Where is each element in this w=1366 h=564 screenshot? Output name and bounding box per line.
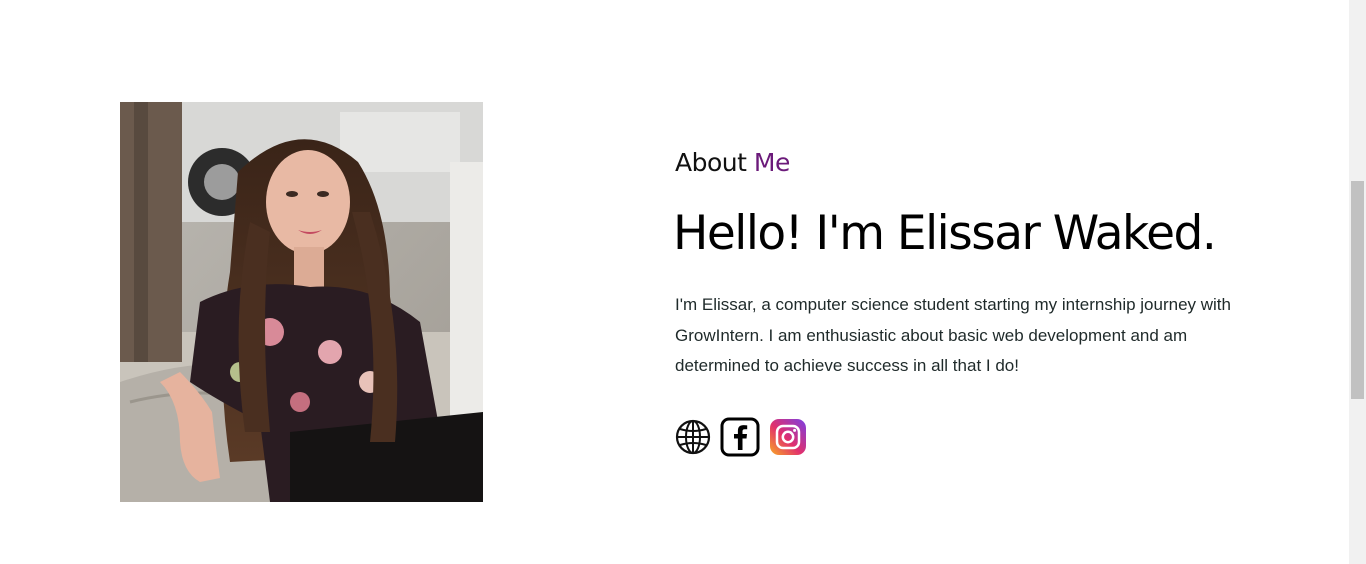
instagram-icon: [770, 419, 806, 455]
scrollbar-thumb[interactable]: [1351, 181, 1364, 399]
profile-photo: [120, 102, 483, 502]
about-section: About Me Hello! I'm Elissar Waked. I'm E…: [0, 0, 1366, 564]
page-title: Hello! I'm Elissar Waked.: [673, 206, 1217, 261]
vertical-scrollbar[interactable]: [1349, 0, 1366, 564]
globe-icon: [675, 419, 711, 455]
about-label-accent: Me: [753, 148, 790, 177]
website-link[interactable]: [675, 419, 711, 455]
bio-paragraph: I'm Elissar, a computer science student …: [675, 295, 1231, 375]
facebook-link[interactable]: [720, 417, 760, 457]
section-eyebrow: About Me: [675, 148, 790, 177]
about-label-prefix: About: [675, 148, 747, 177]
facebook-icon: [720, 417, 760, 457]
social-links: [675, 417, 807, 457]
instagram-link[interactable]: [769, 418, 807, 456]
